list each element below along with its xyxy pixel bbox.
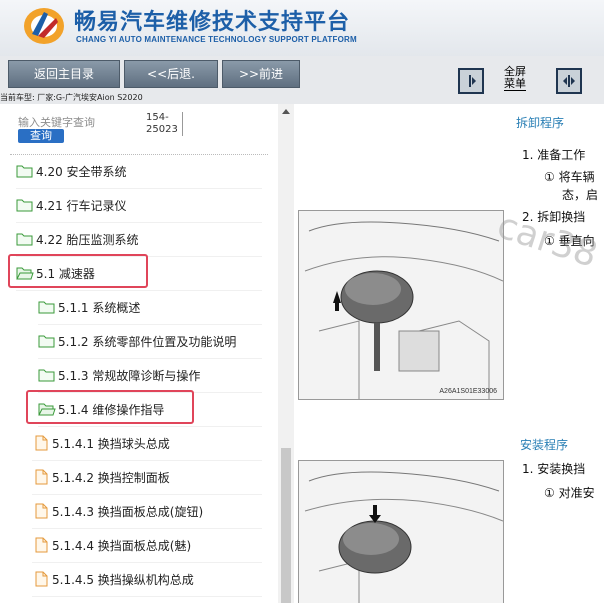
figure-code: A26A1S01E33006 [439, 388, 497, 395]
logo-icon [24, 8, 64, 44]
folder-icon [16, 233, 33, 246]
tree-item-label: 5.1.4.4 换挡面板总成(魅) [52, 538, 192, 553]
tree-item-label: 5.1.4.5 换挡操纵机构总成 [52, 572, 194, 587]
document-code: 154- 25023 [146, 112, 183, 136]
scrollbar-thumb[interactable] [281, 448, 291, 603]
tree-item-label: 4.20 安全带系统 [36, 164, 127, 179]
highlight-box-5-1-4 [26, 390, 194, 424]
folder-icon [16, 165, 33, 178]
folder-icon [38, 369, 55, 382]
folder-icon [16, 199, 33, 212]
catalog-tree-panel: 输入关键字查询 查询 154- 25023 4.20 安全带系统 4.21 行车记… [0, 104, 278, 603]
back-to-main-button[interactable]: 返回主目录 [8, 60, 120, 88]
removal-section-title: 拆卸程序 [516, 116, 565, 130]
removal-step-1-sub: ① 将车辆 [544, 170, 595, 184]
tree-item[interactable]: 5.1.2 系统零部件位置及功能说明 [38, 324, 262, 359]
fullscreen-menu-button[interactable]: 全屏 菜单 [504, 66, 526, 91]
tree-scrollbar[interactable] [278, 104, 294, 603]
platform-title: 畅易汽车维修技术支持平台 [74, 10, 351, 35]
back-button[interactable]: <<后退. [124, 60, 218, 88]
gear-shift-knob-illustration [304, 221, 503, 399]
tree-item[interactable]: 5.1.4.2 换挡控制面板 [32, 460, 262, 495]
tree-item-label: 5.1.3 常规故障诊断与操作 [58, 368, 201, 383]
document-icon [35, 537, 48, 553]
install-section-title: 安装程序 [520, 438, 569, 452]
install-figure [298, 460, 504, 603]
tree-item[interactable]: 5.1.4.1 换挡球头总成 [32, 426, 262, 461]
header-banner: 畅易汽车维修技术支持平台 CHANG YI AUTO MAINTENANCE T… [0, 0, 604, 56]
code-line-1: 154- [146, 112, 169, 123]
tree-item[interactable]: 5.1.4.5 换挡操纵机构总成 [32, 562, 262, 597]
tree-item[interactable]: 4.21 行车记录仪 [16, 188, 262, 223]
content-panel: 拆卸程序 1. 准备工作 ① 将车辆 态，启 2. 拆卸换挡 ① 垂直向 A26… [296, 104, 604, 603]
removal-step-1: 1. 准备工作 [522, 148, 586, 162]
expand-both-icon[interactable] [556, 68, 582, 94]
tree-item[interactable]: 5.1.4.3 换挡面板总成(旋钮) [32, 494, 262, 529]
collapse-left-icon[interactable] [458, 68, 484, 94]
tree-item-label: 5.1.2 系统零部件位置及功能说明 [58, 334, 237, 349]
removal-figure: A26A1S01E33006 [298, 210, 504, 400]
highlight-box-5-1 [8, 254, 148, 288]
folder-icon [38, 301, 55, 314]
tree-item-label: 5.1.4.1 换挡球头总成 [52, 436, 170, 451]
search-button[interactable]: 查询 [18, 129, 64, 143]
document-icon [35, 571, 48, 587]
tree-item[interactable]: 5.1.3 常规故障诊断与操作 [38, 358, 262, 393]
document-icon [35, 435, 48, 451]
tree-item[interactable]: 5.1.4.4 换挡面板总成(魅) [32, 528, 262, 563]
tree-item-label: 4.21 行车记录仪 [36, 198, 127, 213]
gear-knob-install-illustration [304, 471, 503, 603]
removal-step-1-sub2: 态，启 [562, 188, 599, 202]
document-icon [35, 503, 48, 519]
tree-item[interactable]: 4.22 胎压监测系统 [16, 222, 262, 257]
toolbar: 返回主目录 <<后退. >>前进 全屏 菜单 当前车型: 厂家:G-广汽埃安Ai… [0, 56, 604, 104]
code-line-2: 25023 [146, 124, 178, 135]
document-icon [35, 469, 48, 485]
current-vehicle-info: 当前车型: 厂家:G-广汽埃安Aion S2020 [0, 93, 143, 102]
tree-item-label: 5.1.4.3 换挡面板总成(旋钮) [52, 504, 204, 519]
forward-button[interactable]: >>前进 [222, 60, 300, 88]
tree-item-label: 5.1.1 系统概述 [58, 300, 141, 315]
platform-subtitle: CHANG YI AUTO MAINTENANCE TECHNOLOGY SUP… [76, 35, 357, 44]
tree-item[interactable]: 5.1.1 系统概述 [38, 290, 262, 325]
menu-label: 菜单 [504, 77, 526, 91]
tree-item[interactable]: 4.20 安全带系统 [16, 154, 262, 189]
search-input[interactable]: 输入关键字查询 [18, 114, 95, 130]
install-step-1: 1. 安装换挡 [522, 462, 586, 476]
install-step-1-sub: ① 对准安 [544, 486, 595, 500]
folder-icon [38, 335, 55, 348]
tree-item-label: 4.22 胎压监测系统 [36, 232, 139, 247]
scroll-up-icon[interactable] [278, 105, 294, 119]
tree-item-label: 5.1.4.2 换挡控制面板 [52, 470, 170, 485]
